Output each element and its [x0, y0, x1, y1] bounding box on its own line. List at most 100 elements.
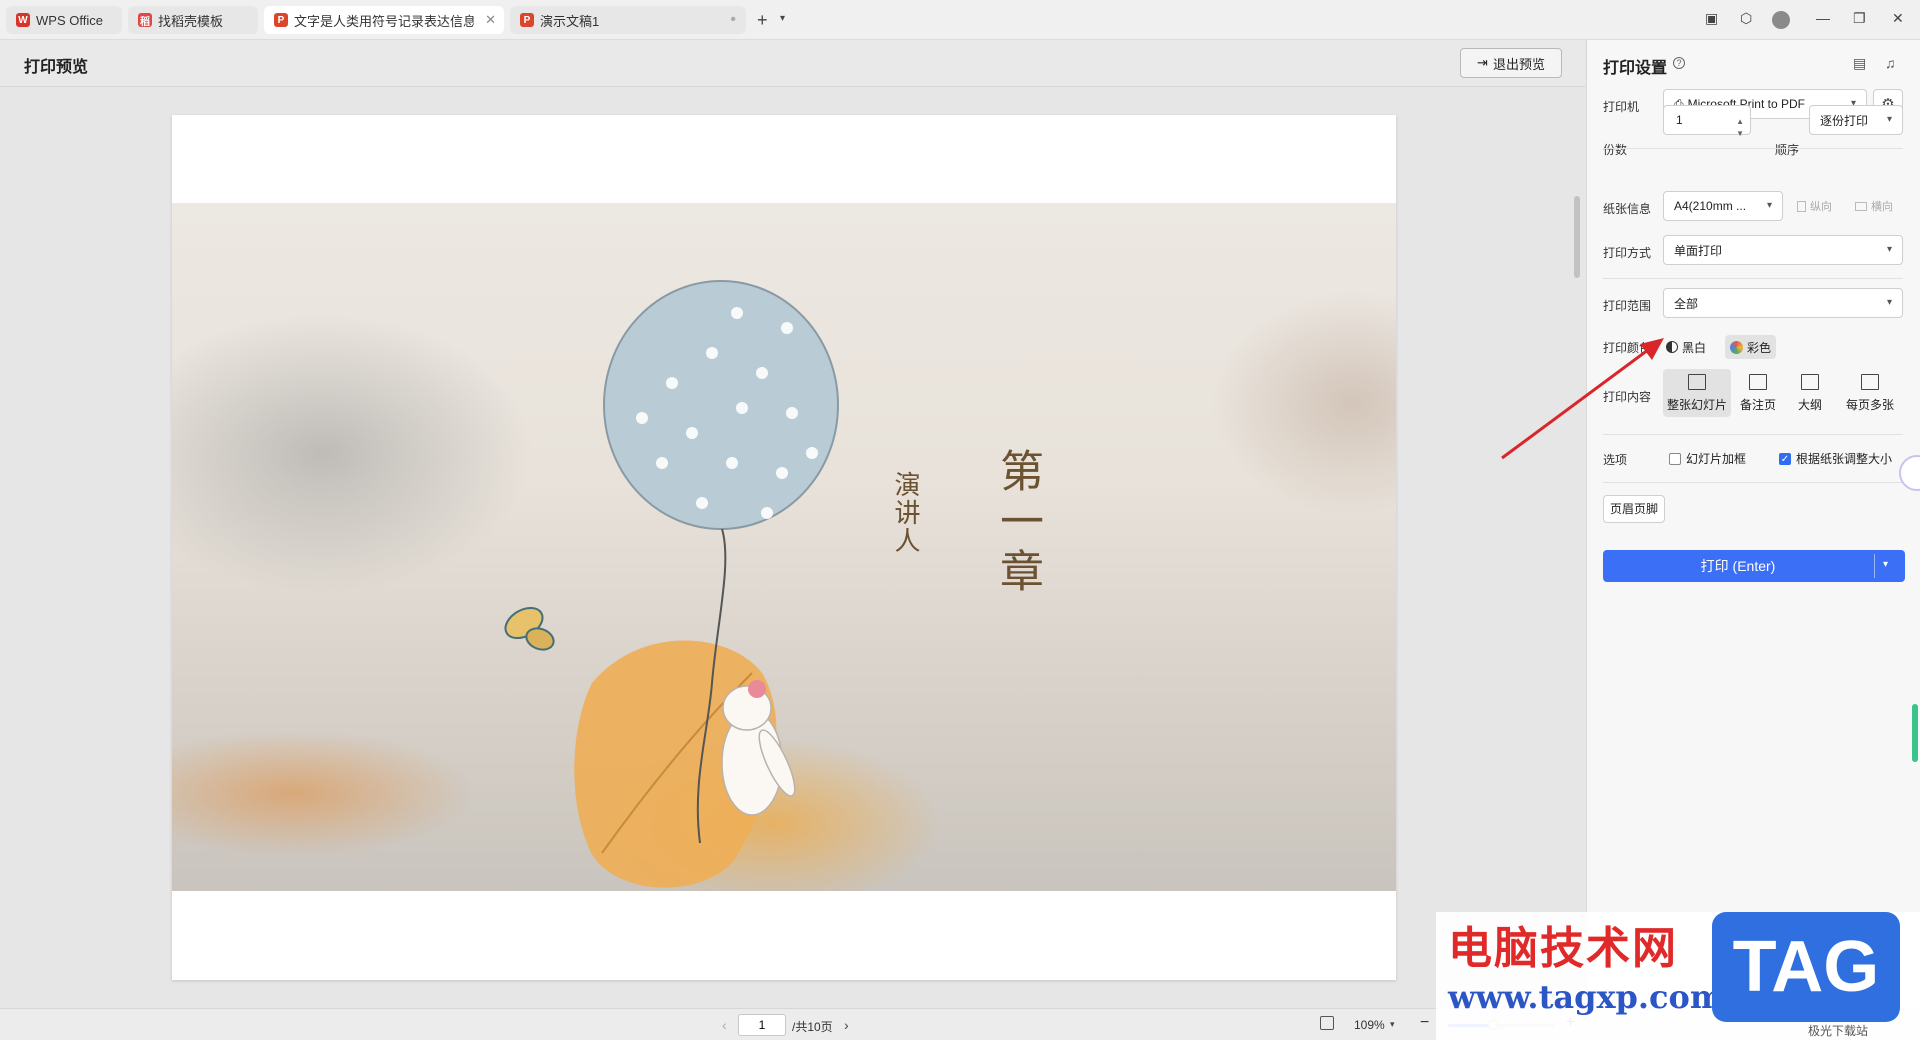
page-total: /共10页 — [792, 1020, 833, 1034]
watermark: 电脑技术网 www.tagxp.com TAG 极光下载站 www.xz7.co… — [1436, 912, 1920, 1040]
notes-page-icon — [1749, 374, 1767, 390]
header-footer-button[interactable]: 页眉页脚 — [1603, 495, 1665, 523]
content-option-multi[interactable]: 每页多张 — [1837, 369, 1903, 417]
divider — [1874, 554, 1875, 578]
chevron-down-icon: ▾ — [1766, 200, 1772, 211]
layout-icon[interactable]: ▣ — [1705, 10, 1718, 27]
minimize-icon[interactable]: — — [1816, 10, 1830, 26]
color-option-bw[interactable]: 黑白 — [1661, 335, 1711, 359]
help-icon[interactable]: ? — [1673, 57, 1685, 69]
ppt-icon: P — [274, 13, 288, 27]
floating-assistant-icon[interactable] — [1899, 455, 1920, 491]
content-label: 打印内容 — [1603, 390, 1652, 404]
restore-icon[interactable]: ❐ — [1853, 10, 1866, 27]
fit-to-paper-checkbox[interactable]: ✓ 根据纸张调整大小 — [1779, 450, 1892, 467]
tab-label: 演示文稿1 — [540, 13, 600, 29]
chevron-down-icon[interactable]: ▾ — [780, 13, 785, 24]
chevron-down-icon[interactable]: ▾ — [1883, 559, 1888, 570]
side-indicator — [1912, 704, 1918, 762]
landscape-label: 横向 — [1871, 201, 1893, 213]
print-range-select[interactable]: 全部 ▾ — [1663, 288, 1903, 318]
range-label: 打印范围 — [1603, 299, 1652, 313]
unsaved-dot-icon: • — [730, 11, 736, 28]
watermark-badge: TAG — [1712, 912, 1900, 1022]
copies-value: 1 — [1676, 113, 1683, 127]
content-option-full-slide[interactable]: 整张幻灯片 — [1663, 369, 1731, 417]
page-number-input[interactable] — [738, 1014, 786, 1036]
preview-scrollbar[interactable] — [1574, 196, 1580, 278]
zoom-level[interactable]: 109% — [1354, 1018, 1385, 1032]
copies-label: 份数 — [1603, 143, 1628, 157]
docer-icon: 稻 — [138, 13, 152, 28]
slide-subtitle: 演讲人 — [890, 471, 920, 555]
tab-label: 找稻壳模板 — [158, 13, 224, 29]
frame-slides-checkbox[interactable]: 幻灯片加框 — [1669, 450, 1746, 467]
color-label: 打印颜色 — [1603, 341, 1652, 355]
rabbit-flower — [748, 680, 766, 698]
paper-select[interactable]: A4(210mm ... ▾ — [1663, 191, 1783, 221]
zoom-out-icon[interactable]: − — [1420, 1014, 1429, 1032]
balloon — [603, 280, 839, 530]
close-icon[interactable]: ✕ — [1892, 10, 1904, 27]
landscape-option[interactable]: 横向 — [1855, 198, 1893, 214]
previous-page-icon[interactable]: ‹ — [722, 1017, 727, 1033]
slide-illustration — [504, 280, 839, 888]
palette-icon — [1730, 340, 1743, 354]
checkmark-icon: ✓ — [1779, 452, 1791, 465]
chevron-down-icon[interactable]: ▾ — [1390, 1019, 1395, 1030]
portrait-label: 纵向 — [1810, 201, 1832, 213]
frame-slides-label: 幻灯片加框 — [1686, 452, 1747, 466]
print-page: 第一章 演讲人 — [172, 115, 1396, 980]
portrait-icon — [1797, 200, 1806, 212]
content-option-label: 大纲 — [1797, 398, 1822, 412]
exit-preview-label: 退出预览 — [1492, 56, 1545, 72]
portrait-option[interactable]: 纵向 — [1797, 198, 1832, 214]
copies-stepper[interactable]: 1 ▲ ▼ — [1663, 105, 1751, 138]
landscape-icon — [1855, 201, 1867, 211]
panel-layout-icon[interactable]: ▤ — [1853, 55, 1866, 72]
title-bar: W WPS Office 稻 找稻壳模板 P 文字是人类用符号记录表达信息以 ✕… — [0, 0, 1920, 40]
outline-list-icon — [1801, 374, 1819, 390]
exit-preview-button[interactable]: ⇥ 退出预览 — [1460, 48, 1562, 78]
print-mode-select[interactable]: 单面打印 ▾ — [1663, 235, 1903, 265]
grid-icon — [1861, 374, 1879, 390]
tab-presentation[interactable]: P 演示文稿1 • — [510, 6, 746, 34]
slide-title: 第一章 — [992, 448, 1043, 598]
fit-to-paper-label: 根据纸张调整大小 — [1796, 452, 1893, 466]
bw-label: 黑白 — [1682, 340, 1707, 355]
cube-icon[interactable]: ⬡ — [1740, 10, 1752, 27]
divider — [1603, 148, 1903, 149]
decrement-icon[interactable]: ▼ — [1736, 120, 1744, 148]
ppt-icon: P — [520, 13, 534, 27]
close-tab-icon[interactable]: ✕ — [485, 12, 496, 28]
paper-value: A4(210mm ... — [1674, 199, 1747, 213]
tab-wps-office[interactable]: W WPS Office — [6, 6, 122, 34]
order-label: 顺序 — [1775, 143, 1800, 157]
print-settings-panel: 打印设置 ? ▤ ♫ 打印机 ⎙ Microsoft Print to PDF … — [1586, 40, 1920, 1008]
order-value: 逐份打印 — [1820, 113, 1869, 128]
slide-icon — [1688, 374, 1706, 390]
watermark-url: www.tagxp.com — [1448, 978, 1724, 1016]
tab-document[interactable]: P 文字是人类用符号记录表达信息以 ✕ — [264, 6, 504, 34]
content-option-outline[interactable]: 大纲 — [1785, 369, 1835, 417]
divider — [1603, 278, 1903, 279]
color-option-color[interactable]: 彩色 — [1725, 335, 1777, 359]
options-label: 选项 — [1603, 453, 1628, 467]
content-option-label: 每页多张 — [1845, 398, 1894, 412]
content-option-label: 备注页 — [1739, 398, 1776, 412]
new-tab-icon[interactable]: + — [757, 10, 768, 31]
checkbox-box — [1669, 452, 1681, 465]
panel-title: 打印设置 — [1603, 60, 1668, 77]
watermark-small-text: 极光下载站 www.xz7.com — [1808, 1024, 1881, 1040]
headset-icon[interactable]: ♫ — [1885, 55, 1896, 71]
order-select[interactable]: 逐份打印 ▾ — [1809, 105, 1903, 135]
tab-docer-templates[interactable]: 稻 找稻壳模板 — [128, 6, 258, 34]
content-option-label: 整张幻灯片 — [1666, 398, 1727, 412]
avatar[interactable] — [1772, 11, 1790, 29]
next-page-icon[interactable]: › — [844, 1017, 849, 1033]
watermark-text: 电脑技术网 — [1448, 923, 1678, 974]
fit-page-icon[interactable] — [1320, 1016, 1334, 1030]
print-button[interactable]: 打印 (Enter) ▾ — [1603, 550, 1905, 582]
content-option-notes[interactable]: 备注页 — [1733, 369, 1783, 417]
exit-icon: ⇥ — [1477, 55, 1488, 70]
